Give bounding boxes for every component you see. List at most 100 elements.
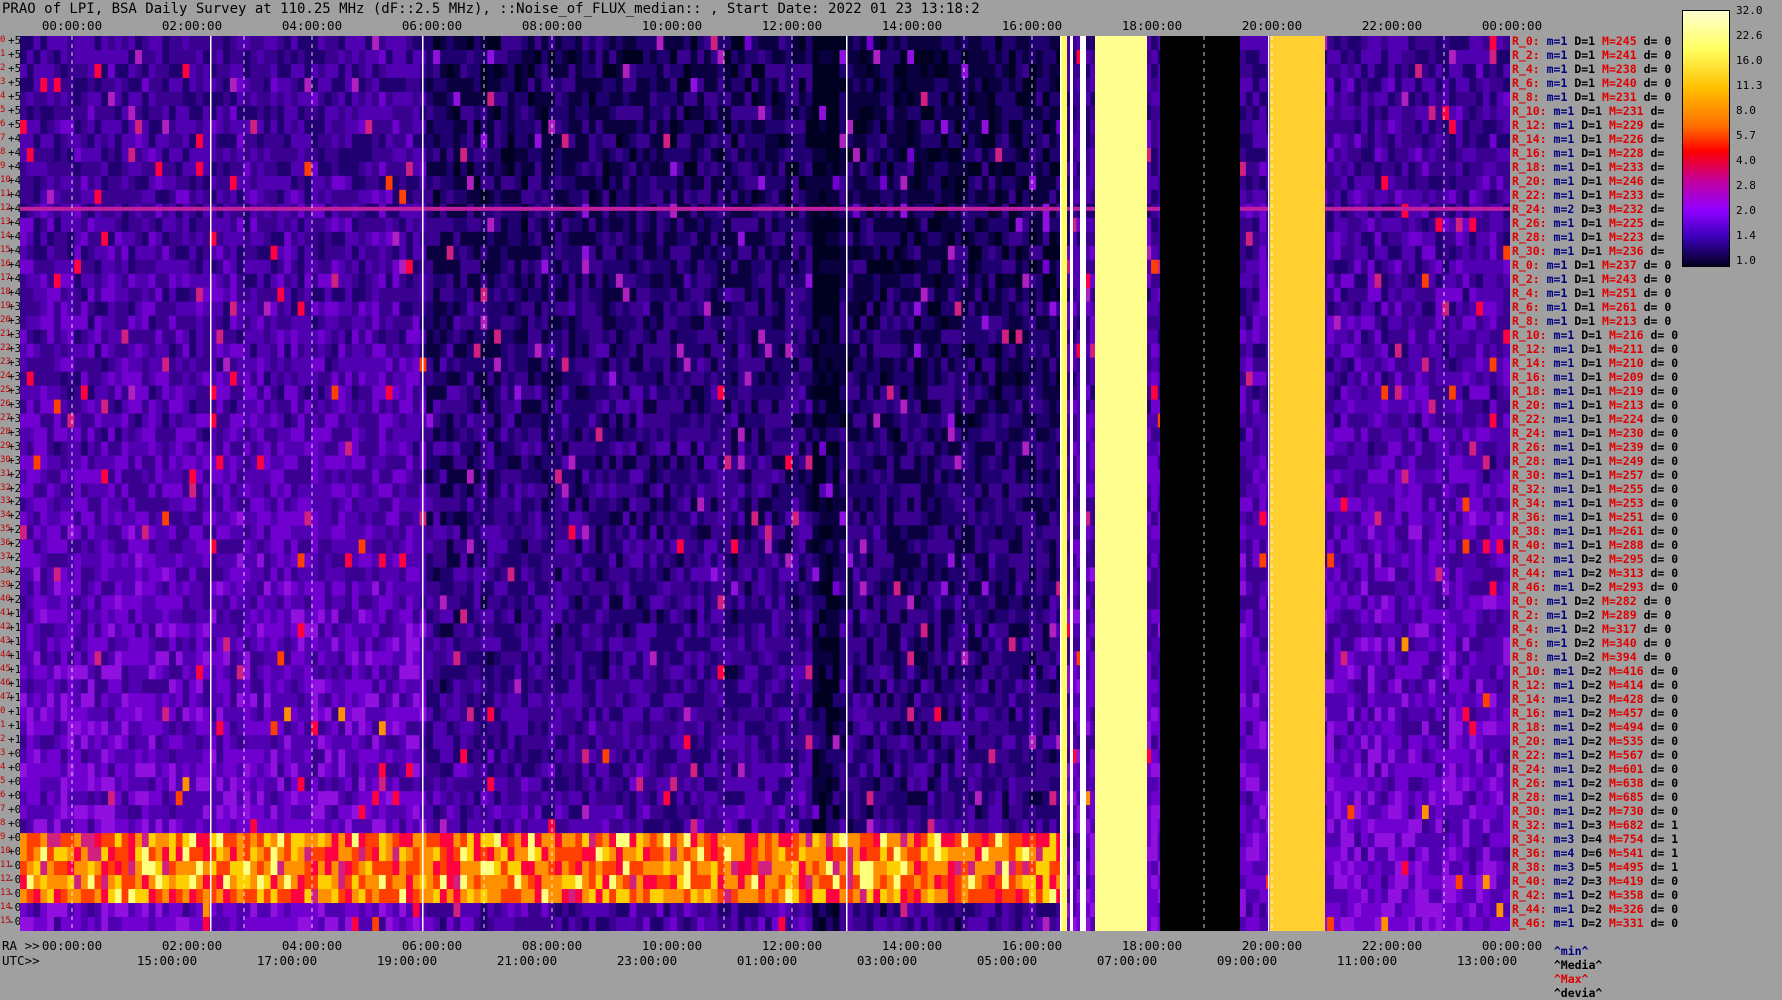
heat-cell bbox=[914, 218, 921, 232]
heat-cell bbox=[1151, 260, 1158, 274]
heat-cell bbox=[386, 302, 393, 316]
heat-cell bbox=[697, 190, 704, 204]
heat-cell bbox=[81, 106, 88, 120]
heat-cell bbox=[826, 36, 833, 50]
heat-cell bbox=[1043, 218, 1050, 232]
heat-cell bbox=[54, 78, 61, 92]
heat-cell bbox=[677, 190, 684, 204]
heat-cell bbox=[277, 134, 284, 148]
heat-cell bbox=[704, 218, 711, 232]
heat-cell bbox=[216, 246, 223, 260]
heat-cell bbox=[575, 176, 582, 190]
heat-cell bbox=[54, 106, 61, 120]
heat-cell bbox=[867, 246, 874, 260]
heat-cell bbox=[81, 134, 88, 148]
heat-cell bbox=[806, 134, 813, 148]
heat-cell bbox=[115, 50, 122, 64]
heat-cell bbox=[467, 302, 474, 316]
heat-cell bbox=[325, 50, 332, 64]
heat-cell bbox=[1415, 92, 1422, 106]
heat-cell bbox=[264, 246, 271, 260]
heat-cell bbox=[494, 134, 501, 148]
heat-cell bbox=[643, 36, 650, 50]
heat-cell bbox=[1029, 50, 1036, 64]
heat-cell bbox=[162, 64, 169, 78]
heat-cell bbox=[379, 50, 386, 64]
heat-cell bbox=[934, 120, 941, 134]
heat-cell bbox=[101, 176, 108, 190]
heat-cell bbox=[115, 190, 122, 204]
heat-cell bbox=[535, 232, 542, 246]
heat-cell bbox=[162, 36, 169, 50]
heat-cell bbox=[1422, 330, 1429, 344]
heat-cell bbox=[1334, 176, 1341, 190]
heat-cell bbox=[602, 218, 609, 232]
heat-cell bbox=[426, 288, 433, 302]
heat-cell bbox=[1009, 288, 1016, 302]
heat-cell bbox=[704, 260, 711, 274]
heat-cell bbox=[413, 162, 420, 176]
heat-cell bbox=[684, 330, 691, 344]
heat-cell bbox=[155, 190, 162, 204]
heat-cell bbox=[386, 316, 393, 330]
heat-cell bbox=[352, 232, 359, 246]
heat-cell bbox=[203, 134, 210, 148]
heat-cell bbox=[1456, 316, 1463, 330]
heat-cell bbox=[34, 218, 41, 232]
heat-cell bbox=[40, 232, 47, 246]
heat-cell bbox=[887, 218, 894, 232]
heat-cell bbox=[203, 148, 210, 162]
heat-cell bbox=[34, 316, 41, 330]
heat-cell bbox=[887, 176, 894, 190]
heat-cell bbox=[514, 78, 521, 92]
heat-cell bbox=[332, 78, 339, 92]
heat-cell bbox=[948, 148, 955, 162]
heat-cell bbox=[494, 330, 501, 344]
heat-cell bbox=[1429, 330, 1436, 344]
heat-cell bbox=[724, 302, 731, 316]
heat-cell bbox=[372, 218, 379, 232]
heat-cell bbox=[636, 288, 643, 302]
heat-cell bbox=[244, 36, 251, 50]
heat-cell bbox=[223, 204, 230, 218]
heat-cell bbox=[393, 288, 400, 302]
heat-cell bbox=[447, 232, 454, 246]
heat-cell bbox=[81, 162, 88, 176]
dec-row-index: 5 bbox=[0, 105, 5, 115]
heat-cell bbox=[738, 330, 745, 344]
heat-cell bbox=[1375, 148, 1382, 162]
heat-cell bbox=[223, 330, 230, 344]
heat-cell bbox=[1246, 162, 1253, 176]
heat-cell bbox=[1361, 50, 1368, 64]
heat-cell bbox=[1503, 218, 1510, 232]
heat-cell bbox=[670, 204, 677, 218]
heat-cell bbox=[1341, 162, 1348, 176]
heat-cell bbox=[460, 246, 467, 260]
heat-cell bbox=[1388, 302, 1395, 316]
heat-cell bbox=[149, 246, 156, 260]
heat-cell bbox=[542, 288, 549, 302]
heat-cell bbox=[74, 162, 81, 176]
heat-cell bbox=[1002, 36, 1009, 50]
heat-cell bbox=[27, 78, 34, 92]
heat-cell bbox=[359, 176, 366, 190]
heat-cell bbox=[474, 302, 481, 316]
heat-cell bbox=[880, 92, 887, 106]
heat-cell bbox=[183, 190, 190, 204]
heat-cell bbox=[1354, 50, 1361, 64]
heat-cell bbox=[650, 134, 657, 148]
heat-cell bbox=[1496, 36, 1503, 50]
heat-cell bbox=[250, 316, 257, 330]
heat-cell bbox=[792, 288, 799, 302]
heat-cell bbox=[1483, 92, 1490, 106]
dec-row-index: 3 bbox=[0, 748, 5, 758]
heat-cell bbox=[704, 106, 711, 120]
heat-cell bbox=[887, 190, 894, 204]
heat-cell bbox=[1503, 78, 1510, 92]
heat-cell bbox=[975, 274, 982, 288]
heat-cell bbox=[67, 232, 74, 246]
heat-cell bbox=[399, 232, 406, 246]
heat-cell bbox=[447, 246, 454, 260]
heat-cell bbox=[142, 120, 149, 134]
heat-cell bbox=[968, 260, 975, 274]
